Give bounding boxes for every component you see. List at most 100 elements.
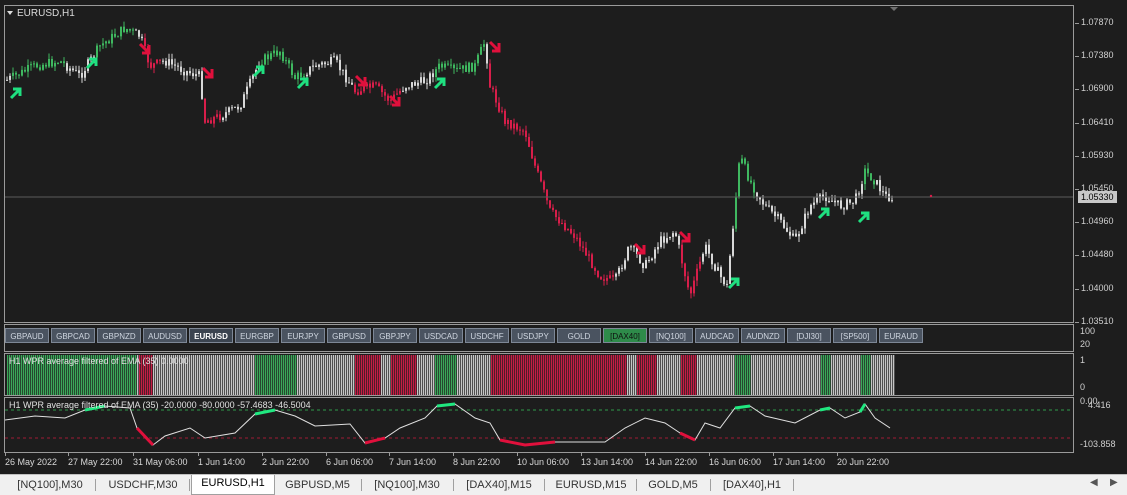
sell-arrow-icon (488, 40, 501, 53)
chart-tab[interactable]: EURUSD,H1 (191, 475, 275, 495)
candle-body (447, 63, 449, 65)
chart-tab[interactable]: EURUSD,M15 (547, 477, 635, 494)
histogram-bar (863, 355, 865, 395)
chart-tab[interactable]: USDCHF,M30 (98, 477, 188, 494)
symbol-button[interactable]: USDJPY (511, 328, 555, 343)
candle-body (720, 267, 722, 278)
symbol-button[interactable]: USDCAD (419, 328, 463, 343)
candle-body (750, 180, 752, 183)
chart-window[interactable]: EURUSD,H1 1.07870 1.07380 1.06900 1.06410 1.… (0, 0, 1127, 474)
histogram-bar (631, 355, 633, 395)
symbol-button[interactable]: EURUSD (189, 328, 233, 343)
histogram-bar (627, 355, 629, 395)
tab-scroll-left-icon[interactable]: ◀ (1090, 477, 1098, 488)
histogram-bar (313, 355, 315, 395)
candle-body (162, 60, 164, 62)
histogram-bar (585, 355, 587, 395)
price-label: 1.04960 (1081, 216, 1114, 227)
histogram-bar (787, 355, 789, 395)
histogram-bar (279, 355, 281, 395)
histogram-bar (621, 355, 623, 395)
symbol-button[interactable]: [DJI30] (787, 328, 831, 343)
candle-body (456, 67, 458, 69)
histogram-bar (721, 355, 723, 395)
histogram-bar (423, 355, 425, 395)
time-label: 14 Jun 22:00 (645, 457, 698, 467)
histogram-bar (717, 355, 719, 395)
candle-body (6, 79, 8, 81)
histogram-bar (469, 355, 471, 395)
candle-body (492, 87, 494, 90)
oscillator-scale-mid: 4.416 (1088, 400, 1111, 410)
symbol-button[interactable]: GOLD (557, 328, 601, 343)
histogram-bar (319, 355, 321, 395)
candle-body (183, 71, 185, 76)
histogram-bar (563, 355, 565, 395)
histogram-bar (233, 355, 235, 395)
histogram-bar (445, 355, 447, 395)
candle-body (165, 61, 167, 66)
time-label: 10 Jun 06:00 (517, 457, 570, 467)
candle-body (687, 276, 689, 288)
symbol-button[interactable]: EURAUD (879, 328, 923, 343)
histogram-bar (441, 355, 443, 395)
candle-body (54, 63, 56, 67)
symbol-button[interactable]: [NQ100] (649, 328, 693, 343)
chart-tab[interactable]: [DAX40],H1 (712, 477, 792, 494)
symbol-button[interactable]: EURGBP (235, 328, 279, 343)
candle-body (795, 233, 797, 237)
histogram-bar (305, 355, 307, 395)
sell-arrow-icon (354, 74, 367, 87)
candle-body (369, 83, 371, 88)
candle-body (18, 74, 20, 76)
tab-scroll-right-icon[interactable]: ▶ (1110, 477, 1118, 488)
histogram-bar (683, 355, 685, 395)
time-tick (709, 453, 710, 456)
symbol-button[interactable]: GBPNZD (97, 328, 141, 343)
symbol-button[interactable]: GBPUSD (327, 328, 371, 343)
chart-tab[interactable]: [DAX40],M15 (455, 477, 543, 494)
histogram-bar (427, 355, 429, 395)
candle-body (111, 33, 113, 44)
collapse-triangle-icon[interactable] (7, 11, 13, 16)
histogram-bar (411, 355, 413, 395)
symbol-button[interactable]: GBPAUD (5, 328, 49, 343)
symbol-button[interactable]: EURJPY (281, 328, 325, 343)
chart-tab[interactable]: [NQ100],M30 (6, 477, 94, 494)
histogram-bar (637, 355, 639, 395)
candle-body (453, 64, 455, 69)
candle-body (303, 76, 305, 78)
candle-body (858, 193, 860, 195)
candle-body (225, 112, 227, 118)
histogram-bar (283, 355, 285, 395)
candle-body (381, 86, 383, 93)
tab-separator (710, 479, 711, 491)
symbol-button[interactable]: [SP500] (833, 328, 877, 343)
chart-symbol-label: EURUSD,H1 (17, 8, 75, 19)
symbol-button[interactable]: USDCHF (465, 328, 509, 343)
current-price-badge: 1.05330 (1078, 191, 1117, 203)
histogram-bar (517, 355, 519, 395)
symbol-button[interactable]: [DAX40] (603, 328, 647, 343)
tab-separator (544, 479, 545, 491)
histogram-bar (193, 355, 195, 395)
histogram-bar (745, 355, 747, 395)
chart-tab[interactable]: GOLD,M5 (637, 477, 709, 494)
histogram-bar (883, 355, 885, 395)
histogram-bar (743, 355, 745, 395)
candle-body (888, 193, 890, 202)
chart-tab[interactable]: [NQ100],M30 (362, 477, 452, 494)
histogram-bar (205, 355, 207, 395)
symbol-button[interactable]: GBPCAD (51, 328, 95, 343)
candle-body (117, 36, 119, 38)
chart-tab[interactable]: GBPUSD,M5 (275, 477, 360, 494)
histogram-bar (433, 355, 435, 395)
symbol-button[interactable]: GBPJPY (373, 328, 417, 343)
symbol-button[interactable]: AUDUSD (143, 328, 187, 343)
symbol-button[interactable]: AUDCAD (695, 328, 739, 343)
chart-shift-marker-icon (890, 7, 898, 11)
symbol-button[interactable]: AUDNZD (741, 328, 785, 343)
histogram-bar (647, 355, 649, 395)
histogram-bar (351, 355, 353, 395)
price-chart-area[interactable] (4, 5, 1074, 323)
